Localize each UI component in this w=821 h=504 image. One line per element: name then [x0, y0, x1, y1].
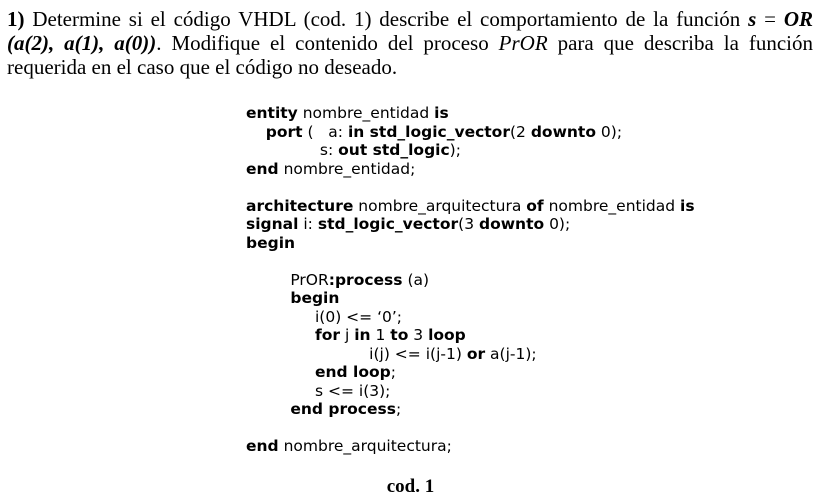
code-text: nombre_entidad	[297, 104, 435, 122]
code-line: i(0) <= ‘0’;	[246, 308, 402, 327]
code-text: (3	[458, 215, 479, 233]
code-keyword: :process	[328, 270, 403, 289]
code-line: PrOR:process (a)	[246, 271, 429, 290]
code-keyword: out std_logic	[338, 141, 450, 159]
question-paragraph: 1) Determine si el código VHDL (cod. 1) …	[7, 7, 813, 79]
code-text: nombre_entidad;	[278, 159, 416, 178]
code-keyword: is	[434, 104, 449, 122]
code-line: begin	[246, 289, 339, 308]
code-keyword: to	[390, 326, 409, 344]
code-line: architecture nombre_arquitectura of nomb…	[246, 197, 695, 216]
code-text: ;	[395, 400, 402, 418]
question-text-3: . Modifique el contenido del proceso	[156, 31, 499, 55]
code-keyword: port	[265, 122, 303, 141]
code-line: end nombre_entidad;	[246, 160, 415, 179]
code-line: for j in 1 to 3 loop	[246, 326, 466, 345]
code-line: end process;	[246, 400, 401, 419]
code-text: i(0) <= ‘0’;	[246, 307, 403, 326]
code-text: 0);	[544, 215, 571, 233]
code-line: s: out std_logic);	[246, 141, 461, 160]
question-number: 1)	[7, 7, 25, 31]
code-text: i:	[298, 215, 318, 233]
code-keyword: downto	[478, 215, 545, 233]
code-text: nombre_arquitectura;	[278, 437, 452, 455]
code-keyword: downto	[530, 122, 596, 141]
code-keyword: entity	[246, 104, 298, 122]
code-text: ( a:	[302, 122, 348, 141]
code-caption: cod. 1	[386, 476, 435, 497]
code-keyword: begin	[246, 233, 296, 252]
code-text: 1	[370, 326, 391, 344]
code-line: i(j) <= i(j-1) or a(j-1);	[246, 344, 537, 364]
code-keyword: end loop	[314, 363, 391, 381]
code-keyword: is	[680, 196, 695, 215]
code-line: end nombre_arquitectura;	[246, 437, 452, 456]
code-text: nombre_entidad	[543, 196, 681, 215]
code-keyword: signal	[246, 215, 299, 233]
code-keyword: end process	[290, 400, 396, 418]
code-text: s:	[246, 141, 339, 159]
code-keyword: end	[246, 159, 279, 178]
code-text: 0);	[595, 122, 623, 141]
code-line: begin	[246, 234, 295, 253]
code-keyword: for	[314, 326, 341, 344]
code-keyword: architecture	[246, 196, 354, 215]
code-text: i(j) <= i(j-1)	[246, 344, 467, 363]
code-text: PrOR	[246, 270, 329, 289]
code-line: port ( a: in std_logic_vector(2 downto 0…	[246, 123, 622, 142]
code-keyword: end	[246, 437, 279, 455]
question-text-2: =	[756, 7, 784, 31]
code-line: signal i: std_logic_vector(3 downto 0);	[246, 215, 570, 234]
code-text: (2	[509, 122, 531, 141]
code-keyword: std_logic_vector	[317, 215, 459, 233]
process-name: PrOR	[498, 31, 548, 55]
code-text: a(j-1);	[485, 344, 537, 363]
code-keyword: in std_logic_vector	[347, 122, 510, 141]
code-text: j	[340, 326, 355, 344]
code-line: entity nombre_entidad is	[246, 104, 449, 123]
code-text: (a)	[402, 270, 430, 289]
code-text: 3	[408, 326, 429, 344]
question-text-1: Determine si el código VHDL (cod. 1) des…	[24, 7, 749, 31]
code-keyword: of	[526, 196, 544, 215]
code-text: );	[449, 141, 461, 159]
code-keyword: begin	[290, 289, 340, 307]
code-keyword: or	[466, 344, 486, 363]
code-line: end loop;	[246, 363, 396, 382]
code-text: s <= i(3);	[246, 381, 391, 400]
code-keyword: loop	[428, 326, 466, 344]
code-keyword: in	[354, 326, 371, 344]
code-line: s <= i(3);	[246, 382, 390, 401]
code-text: ;	[390, 363, 396, 381]
code-text: nombre_arquitectura	[353, 196, 527, 215]
